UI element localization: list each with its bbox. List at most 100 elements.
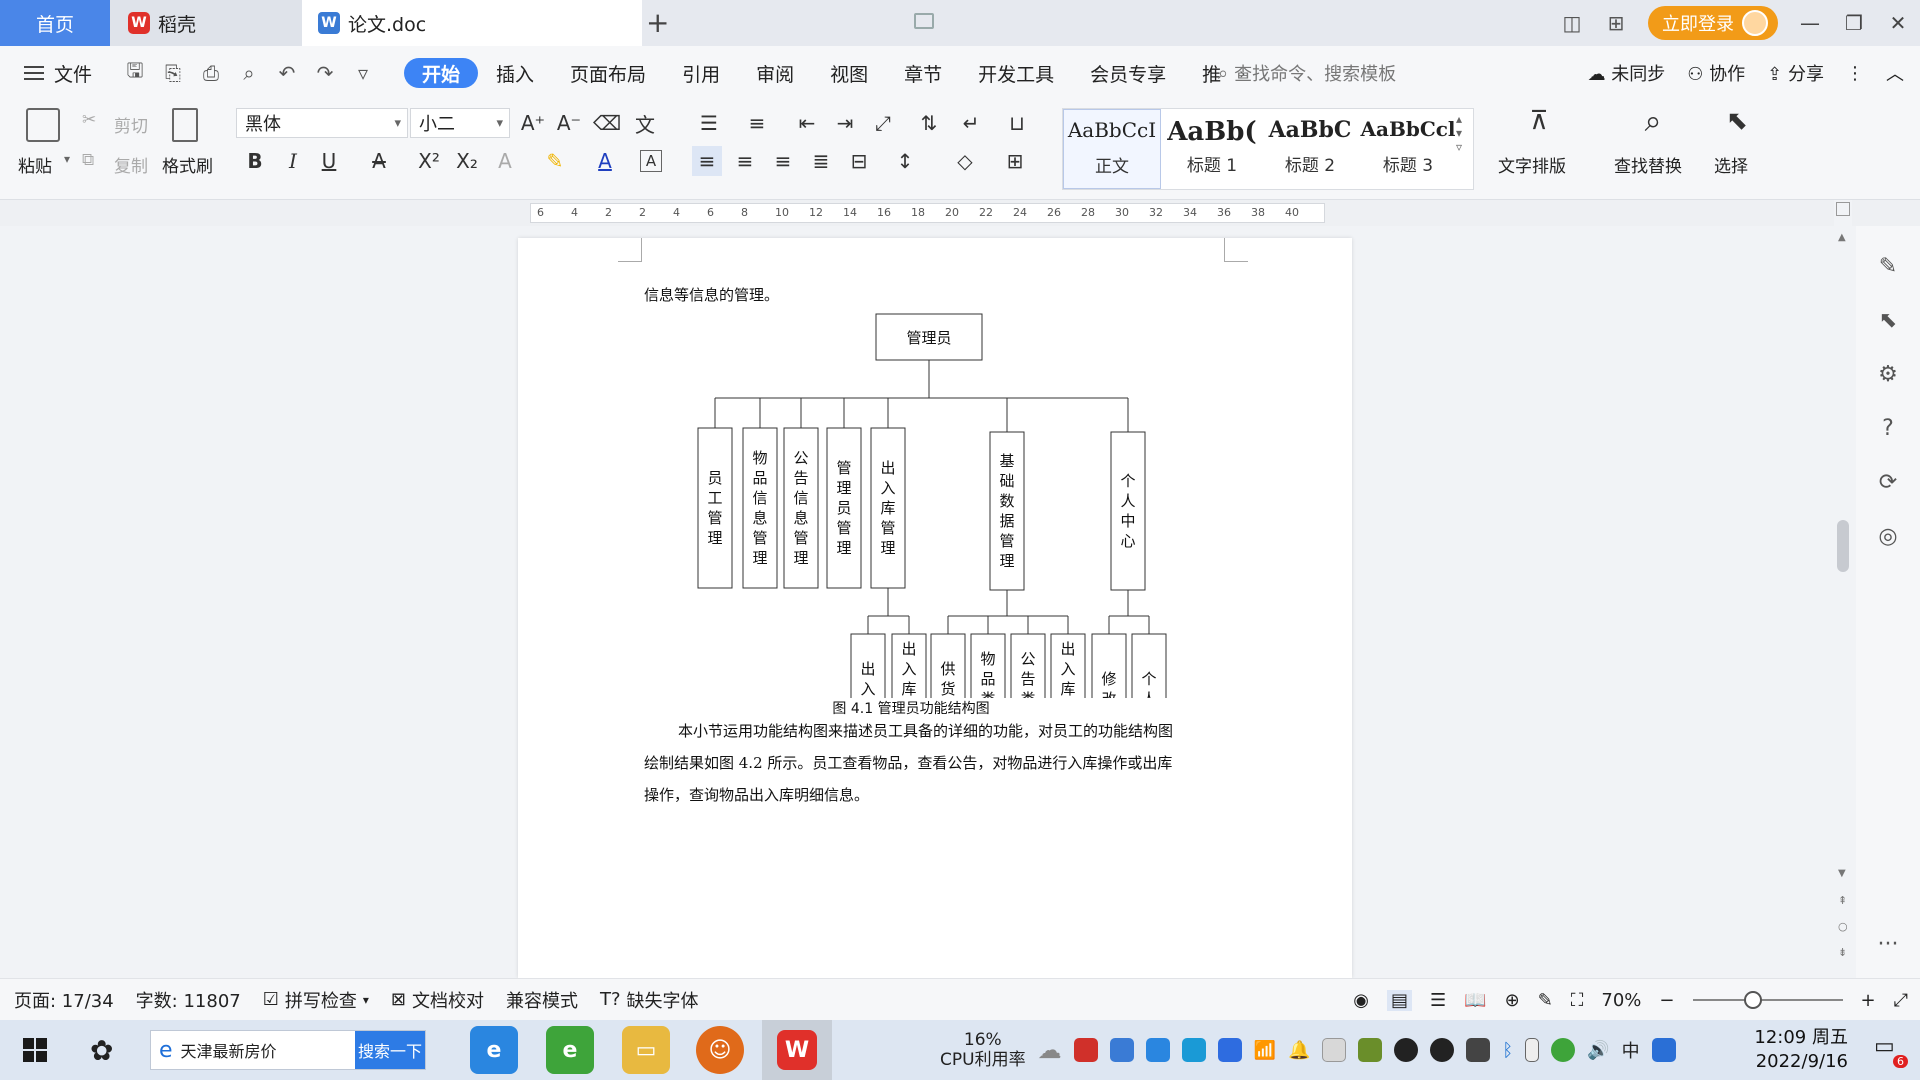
help-icon[interactable]: ? bbox=[1874, 414, 1902, 442]
bluetooth-icon[interactable]: ᛒ bbox=[1502, 1040, 1513, 1061]
scissors-icon[interactable]: ✂ bbox=[82, 110, 96, 130]
tab-document[interactable]: W 论文.doc bbox=[302, 0, 934, 46]
shading-icon[interactable]: ◇ bbox=[950, 146, 980, 176]
notification-center[interactable]: ▭ 6 bbox=[1874, 1034, 1908, 1068]
export-icon[interactable]: ⎘ bbox=[156, 56, 190, 90]
command-search[interactable]: ⌕ 查找命令、搜索模板 bbox=[1218, 60, 1396, 86]
file-menu[interactable]: 文件 bbox=[24, 60, 92, 87]
fullscreen-icon[interactable]: ⤢ bbox=[1894, 990, 1908, 1011]
next-page-icon[interactable]: ⇟ bbox=[1838, 946, 1847, 959]
scroll-down-icon[interactable]: ▼ bbox=[1838, 868, 1846, 879]
backup-icon[interactable]: ⟳ bbox=[1874, 468, 1902, 496]
format-painter-icon[interactable] bbox=[172, 108, 198, 142]
apps-grid-icon[interactable]: ⊞ bbox=[1594, 0, 1638, 46]
superscript-icon[interactable]: X² bbox=[414, 146, 444, 176]
nvidia-icon[interactable] bbox=[1358, 1038, 1383, 1062]
tab-member[interactable]: 会员专享 bbox=[1072, 58, 1184, 88]
zoom-out-button[interactable]: − bbox=[1659, 990, 1674, 1011]
clear-format-icon[interactable]: ⌫ bbox=[592, 108, 622, 138]
align-left-icon[interactable]: ≡ bbox=[692, 146, 722, 176]
find-replace-icon[interactable]: ⌕ bbox=[1638, 104, 1668, 139]
word-count[interactable]: 字数: 11807 bbox=[136, 987, 241, 1013]
highlight-icon[interactable]: ✎ bbox=[540, 146, 570, 176]
more-options-icon[interactable]: ··· bbox=[1874, 930, 1902, 958]
font-size-select[interactable]: 小二 bbox=[410, 108, 510, 138]
sync-status[interactable]: ☁ 未同步 bbox=[1588, 60, 1666, 86]
login-button[interactable]: 立即登录 bbox=[1648, 6, 1778, 40]
volume-icon[interactable]: 🔊 bbox=[1587, 1040, 1609, 1061]
customize-dropdown-icon[interactable]: ▿ bbox=[346, 56, 380, 90]
subscript-icon[interactable]: X₂ bbox=[452, 146, 482, 176]
web-view-icon[interactable]: ⊕ bbox=[1505, 990, 1520, 1011]
vertical-scrollbar[interactable]: ▲ ▼ ⇞ ○ ⇟ bbox=[1834, 200, 1852, 978]
tray-app-icon[interactable] bbox=[1073, 1038, 1098, 1062]
decrease-indent-icon[interactable]: ⇤ bbox=[792, 108, 822, 138]
tab-insert[interactable]: 插入 bbox=[478, 58, 552, 88]
scroll-top-icon[interactable] bbox=[1836, 202, 1850, 216]
browser-360-icon[interactable]: e bbox=[546, 1026, 594, 1074]
scroll-thumb[interactable] bbox=[1837, 520, 1849, 572]
format-painter-label[interactable]: 格式刷 bbox=[162, 152, 213, 177]
collaborate-button[interactable]: ⚇ 协作 bbox=[1687, 60, 1745, 86]
reading-view-icon[interactable]: 📖 bbox=[1464, 990, 1486, 1011]
start-button[interactable] bbox=[0, 1020, 70, 1080]
document-page[interactable]: 信息等信息的管理。 管理员 员工管理 物品信息管理 公告信息管理 管理员管理 出入库管理基… bbox=[518, 238, 1352, 978]
layout-icon[interactable]: ◫ bbox=[1550, 0, 1594, 46]
tab-developer[interactable]: 开发工具 bbox=[960, 58, 1072, 88]
network-icon[interactable]: 📶 bbox=[1254, 1040, 1276, 1061]
tab-home-ribbon[interactable]: 开始 bbox=[404, 58, 479, 88]
justify-icon[interactable]: ≣ bbox=[806, 146, 836, 176]
tab-view[interactable]: 视图 bbox=[812, 58, 886, 88]
internet-explorer-icon[interactable]: e bbox=[470, 1026, 518, 1074]
save-icon[interactable]: 🖫 bbox=[118, 56, 152, 90]
file-explorer-icon[interactable]: ▭ bbox=[622, 1026, 670, 1074]
battery-icon[interactable] bbox=[1466, 1038, 1491, 1062]
tray-app-icon[interactable] bbox=[1322, 1038, 1347, 1062]
borders-icon[interactable]: ⊞ bbox=[1000, 146, 1030, 176]
bell-icon[interactable]: 🔔 bbox=[1288, 1040, 1310, 1061]
new-tab-button[interactable]: + bbox=[646, 6, 669, 39]
italic-icon[interactable]: I bbox=[278, 146, 308, 176]
paste-icon[interactable] bbox=[26, 108, 60, 142]
align-center-icon[interactable]: ≡ bbox=[730, 146, 760, 176]
ime-indicator[interactable]: 中 bbox=[1622, 1037, 1640, 1063]
zoom-knob[interactable] bbox=[1743, 991, 1762, 1009]
text-direction-icon[interactable]: ⤢ bbox=[868, 108, 898, 138]
paste-dropdown-icon[interactable]: ▾ bbox=[64, 152, 70, 166]
prev-page-icon[interactable]: ⇞ bbox=[1838, 894, 1847, 907]
close-button[interactable]: ✕ bbox=[1876, 0, 1920, 46]
text-effect-icon[interactable]: A bbox=[490, 146, 520, 176]
tab-review[interactable]: 审阅 bbox=[738, 58, 812, 88]
missing-font[interactable]: T? 缺失字体 bbox=[600, 987, 699, 1013]
select-label[interactable]: 选择 bbox=[1714, 152, 1748, 177]
select-pointer-icon[interactable]: ⬉ bbox=[1722, 106, 1752, 136]
text-layout-icon[interactable]: ⊼ bbox=[1524, 106, 1554, 136]
write-view-icon[interactable]: ✎ bbox=[1538, 990, 1553, 1011]
qq-icon[interactable] bbox=[1394, 1038, 1419, 1062]
usb-icon[interactable] bbox=[1525, 1038, 1540, 1062]
zoom-value[interactable]: 70% bbox=[1601, 990, 1641, 1011]
outline-view-icon[interactable]: ☰ bbox=[1430, 990, 1446, 1011]
line-break-icon[interactable]: ↵ bbox=[956, 108, 986, 138]
proofread[interactable]: ⊠ 文档校对 bbox=[391, 987, 484, 1013]
pen-icon[interactable]: ✎ bbox=[1874, 252, 1902, 280]
clock[interactable]: 12:09 周五 2022/9/16 bbox=[1754, 1026, 1848, 1074]
gallery-scroll-icon[interactable]: ▴ ▾ ▿ bbox=[1456, 112, 1462, 154]
underline-icon[interactable]: U bbox=[314, 146, 344, 176]
print-preview-icon[interactable]: ⌕ bbox=[232, 56, 266, 90]
bold-icon[interactable]: B bbox=[240, 146, 270, 176]
char-border-icon[interactable]: A bbox=[640, 150, 662, 172]
wps-taskbar-item[interactable]: W bbox=[762, 1020, 832, 1080]
sort-icon[interactable]: ⇅ bbox=[914, 108, 944, 138]
style-heading1[interactable]: AaBb( 标题 1 bbox=[1163, 109, 1261, 189]
text-layout-label[interactable]: 文字排版 bbox=[1498, 152, 1566, 177]
zoom-in-button[interactable]: + bbox=[1861, 990, 1876, 1011]
more-icon[interactable]: ⋮ bbox=[1846, 63, 1864, 84]
grow-font-icon[interactable]: A⁺ bbox=[518, 108, 548, 138]
cpu-usage[interactable]: 16% CPU利用率 bbox=[940, 1030, 1026, 1070]
page-view-icon[interactable]: ▤ bbox=[1387, 989, 1413, 1011]
compat-mode[interactable]: 兼容模式 bbox=[506, 987, 578, 1013]
font-name-select[interactable]: 黑体 bbox=[236, 108, 408, 138]
cut-label[interactable]: 剪切 bbox=[114, 112, 148, 137]
font-color-icon[interactable]: A bbox=[590, 146, 620, 176]
